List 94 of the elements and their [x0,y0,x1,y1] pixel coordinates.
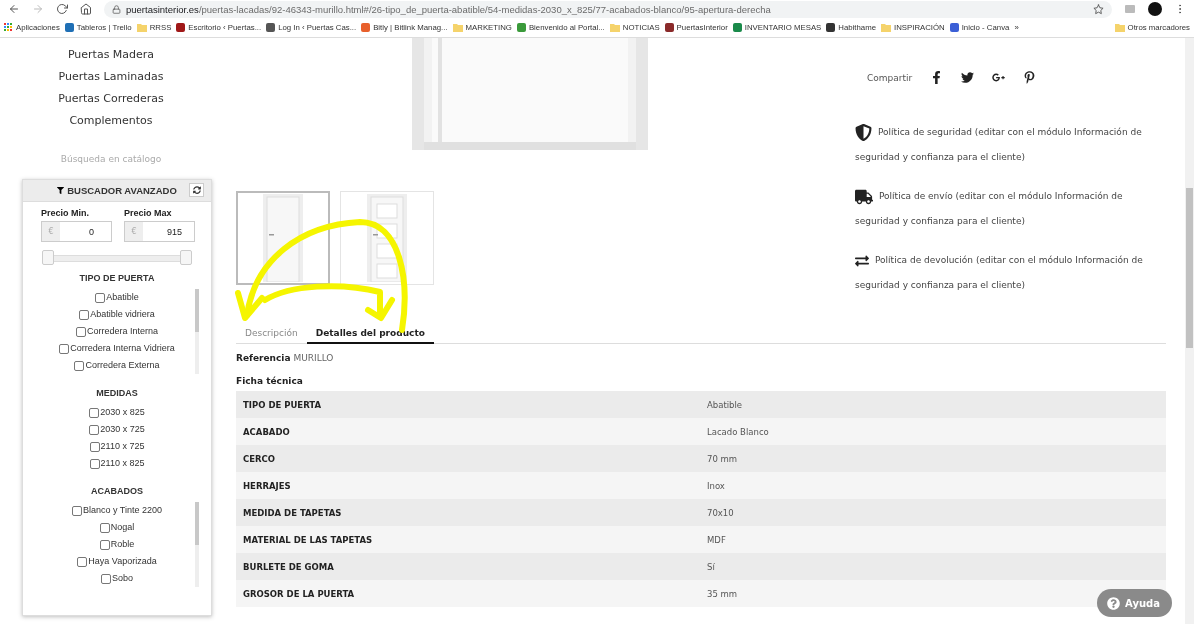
spec-name: GROSOR DE LA PUERTA [242,588,356,599]
spec-value: Lacado Blanco [706,426,770,437]
tab[interactable]: Descripción [236,324,307,344]
lock-icon [112,4,121,14]
spec-name: TIPO DE PUERTA [242,399,322,410]
category-link[interactable]: Puertas Laminadas [58,66,164,88]
option-label: 2110 x 825 [100,457,145,470]
option-label: Blanco y Tinte 2200 [82,504,163,517]
spec-name: MATERIAL DE LAS TAPETAS [242,534,374,545]
policy-text: Política de seguridad (editar con el módulo Información de seguridad y confianza para el cliente) [855,120,1155,170]
checkbox[interactable] [77,556,88,567]
option-label: Abatible [106,291,139,304]
catalog-search-label: Búsqueda en catálogo [60,154,162,164]
profile-avatar[interactable] [1148,2,1162,16]
option-label: Haya Vaporizada [88,555,157,568]
spec-value: Sí [706,561,716,572]
scrollbar[interactable] [195,289,199,374]
option-label: Roble [110,538,135,551]
spec-value: Inox [706,480,726,491]
folder-icon [1114,23,1125,32]
spec-name: CERCO [242,453,277,464]
policy-text: Política de devolución (editar con el módulo Información de seguridad y confianza para el cliente) [855,252,1144,292]
filter-group-title: MEDIDAS [96,388,138,398]
share-label: Compartir [867,72,913,83]
checkbox[interactable] [89,441,100,452]
checkbox[interactable] [89,407,100,418]
checkbox[interactable] [89,424,100,435]
checkbox[interactable] [89,458,100,469]
option-label: Sobo [112,572,133,585]
spec-value: 70x10 [706,507,735,518]
spec-value: 35 mm [706,588,739,599]
category-link[interactable]: Puertas Correderas [58,88,164,110]
door-icon [263,194,303,282]
option-label: Nogal [110,521,135,534]
spec-name: BURLETE DE GOMA [242,561,335,572]
scrollbar[interactable] [1185,38,1194,624]
filter-title: BUSCADOR AVANZADO [67,185,177,196]
back-icon[interactable] [8,3,20,15]
reset-button[interactable] [189,183,204,197]
thumbnail[interactable] [236,191,330,285]
spec-name: MEDIDA DE TAPETAS [242,507,343,518]
checkbox[interactable] [75,326,86,337]
spec-value: MDF [706,534,727,545]
slider-handle[interactable] [180,250,192,265]
option-label: Corredera Externa [85,359,160,372]
google-plus-icon[interactable] [992,71,1006,84]
folder-icon [136,23,147,32]
scrollbar[interactable] [195,502,199,587]
policy-text: Política de envío (editar con el módulo Información de seguridad y confianza para el cliente) [855,184,1155,234]
home-icon[interactable] [80,3,92,15]
category-link[interactable]: Puertas Madera [67,44,155,66]
checkbox[interactable] [99,522,110,533]
pinterest-icon[interactable] [1023,71,1037,84]
reload-icon[interactable] [56,3,68,15]
spec-value: Abatible [706,399,744,410]
option-label: 2110 x 725 [100,440,145,453]
truck-icon [855,187,873,206]
price-label: Precio Max [124,208,173,218]
price-label: Precio Min. [41,208,90,218]
slider-handle[interactable] [42,250,54,265]
folder-icon [452,23,463,32]
price-field[interactable]: € 915 [124,221,195,242]
twitter-icon[interactable] [961,71,975,84]
filter-group-title: TIPO DE PUERTA [79,273,155,283]
option-label: 2030 x 725 [100,423,145,436]
folder-icon [881,23,891,32]
checkbox[interactable] [101,573,111,584]
filter-group-title: ACABADOS [91,486,143,496]
category-link[interactable]: Complementos [69,110,153,132]
apps-icon [4,23,13,32]
spec-name: ACABADO [242,426,291,437]
question-icon [1107,596,1121,610]
checkbox[interactable] [95,292,106,303]
checkbox[interactable] [79,309,90,320]
swap-arrows-icon [855,253,869,268]
checkbox[interactable] [99,539,110,550]
star-icon[interactable] [1093,3,1104,15]
checkbox[interactable] [74,360,85,371]
checkbox[interactable] [59,343,70,354]
price-slider[interactable] [42,250,192,265]
sheet-title: Ficha técnica [236,376,304,386]
option-label: 2030 x 825 [100,406,145,419]
option-label: Corredera Interna Vidriera [70,342,175,355]
refresh-icon [192,186,201,194]
folder-icon [609,23,620,32]
address-bar[interactable]: puertasinterior.es/puertas-lacadas/92-46343-murillo.html#/26-tipo_de_puerta-abatible/54-medidas-2030_x_825/77-acabados-blanco/95-apertura-derecha [104,0,1112,18]
option-label: Corredera Interna [86,325,158,338]
spec-value: 70 mm [706,453,739,464]
spec-name: HERRAJES [242,480,292,491]
checkbox[interactable] [71,505,82,516]
option-label: Abatible vidriera [90,308,155,321]
price-field[interactable]: € 0 [41,221,112,242]
reference-text: Referencia MURILLO [236,353,335,363]
filter-icon [57,187,65,194]
